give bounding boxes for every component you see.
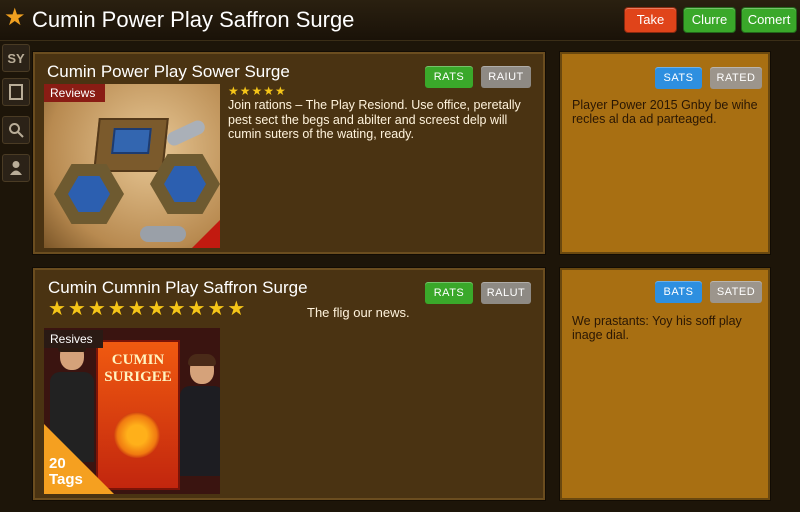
rating-stars: ★★★★★★★★★★ bbox=[48, 298, 248, 320]
side-card-1: SATS RATED Player Power 2015 Gnby be wih… bbox=[560, 52, 770, 254]
bats-button[interactable]: BATS bbox=[655, 281, 702, 303]
take-button[interactable]: Take bbox=[624, 7, 677, 33]
spoon-image bbox=[164, 118, 208, 148]
clurre-button[interactable]: Clurre bbox=[683, 7, 736, 33]
rating-stars: ★★★★★ bbox=[228, 84, 287, 98]
side-card-text: Player Power 2015 Gnby be wihe recles al… bbox=[572, 98, 758, 126]
rats-button[interactable]: RATS bbox=[425, 282, 473, 304]
search-icon[interactable] bbox=[2, 116, 30, 144]
sats-button[interactable]: SATS bbox=[655, 67, 702, 89]
app-title: Cumin Power Play Saffron Surge bbox=[32, 7, 355, 32]
resives-tag: Resives bbox=[44, 330, 103, 348]
ralut-button[interactable]: RALUT bbox=[481, 282, 531, 304]
saffron-flower-image bbox=[114, 412, 160, 458]
card-title: Cumin Power Play Sower Surge bbox=[47, 62, 290, 81]
sidebar: SY bbox=[0, 40, 30, 512]
raiut-button[interactable]: RAIUT bbox=[481, 66, 531, 88]
review-card-1: Cumin Power Play Sower Surge RATS RAIUT … bbox=[33, 52, 545, 254]
top-bar: ★ Cumin Power Play Saffron Surge Take Cl… bbox=[0, 0, 800, 41]
card-title: Cumin Cumnin Play Saffron Surge bbox=[48, 278, 308, 297]
card-description: Join rations – The Play Resiond. Use off… bbox=[228, 98, 521, 141]
game-box-title: CUMIN SURIGEE bbox=[104, 352, 172, 385]
document-icon[interactable] bbox=[2, 78, 30, 106]
tags-count: 20 Tags bbox=[49, 455, 83, 488]
reviews-tag: Reviews bbox=[44, 84, 106, 102]
comert-button[interactable]: Comert bbox=[741, 7, 797, 33]
spice-tin-image bbox=[54, 164, 124, 224]
rating-caption: The flig our news. bbox=[307, 305, 410, 320]
spoon-image bbox=[140, 226, 186, 242]
rats-button[interactable]: RATS bbox=[425, 66, 473, 88]
rated-button[interactable]: RATED bbox=[710, 67, 762, 89]
star-icon: ★ bbox=[4, 4, 26, 31]
corner-accent bbox=[192, 220, 220, 248]
user-icon[interactable] bbox=[2, 154, 30, 182]
sated-button[interactable]: SATED bbox=[710, 281, 762, 303]
side-card-text: We prastants: Yoy his soff play inage di… bbox=[572, 314, 742, 342]
spice-box-image bbox=[93, 118, 169, 172]
review-card-2: Cumin Cumnin Play Saffron Surge RATS RAL… bbox=[33, 268, 545, 500]
sidebar-item-sy[interactable]: SY bbox=[2, 44, 30, 72]
person-image bbox=[180, 354, 220, 476]
card-thumbnail[interactable]: CUMIN SURIGEE Resives 20 Tags bbox=[44, 328, 220, 494]
side-card-2: BATS SATED We prastants: Yoy his soff pl… bbox=[560, 268, 770, 500]
card-thumbnail[interactable]: Reviews bbox=[44, 84, 220, 248]
